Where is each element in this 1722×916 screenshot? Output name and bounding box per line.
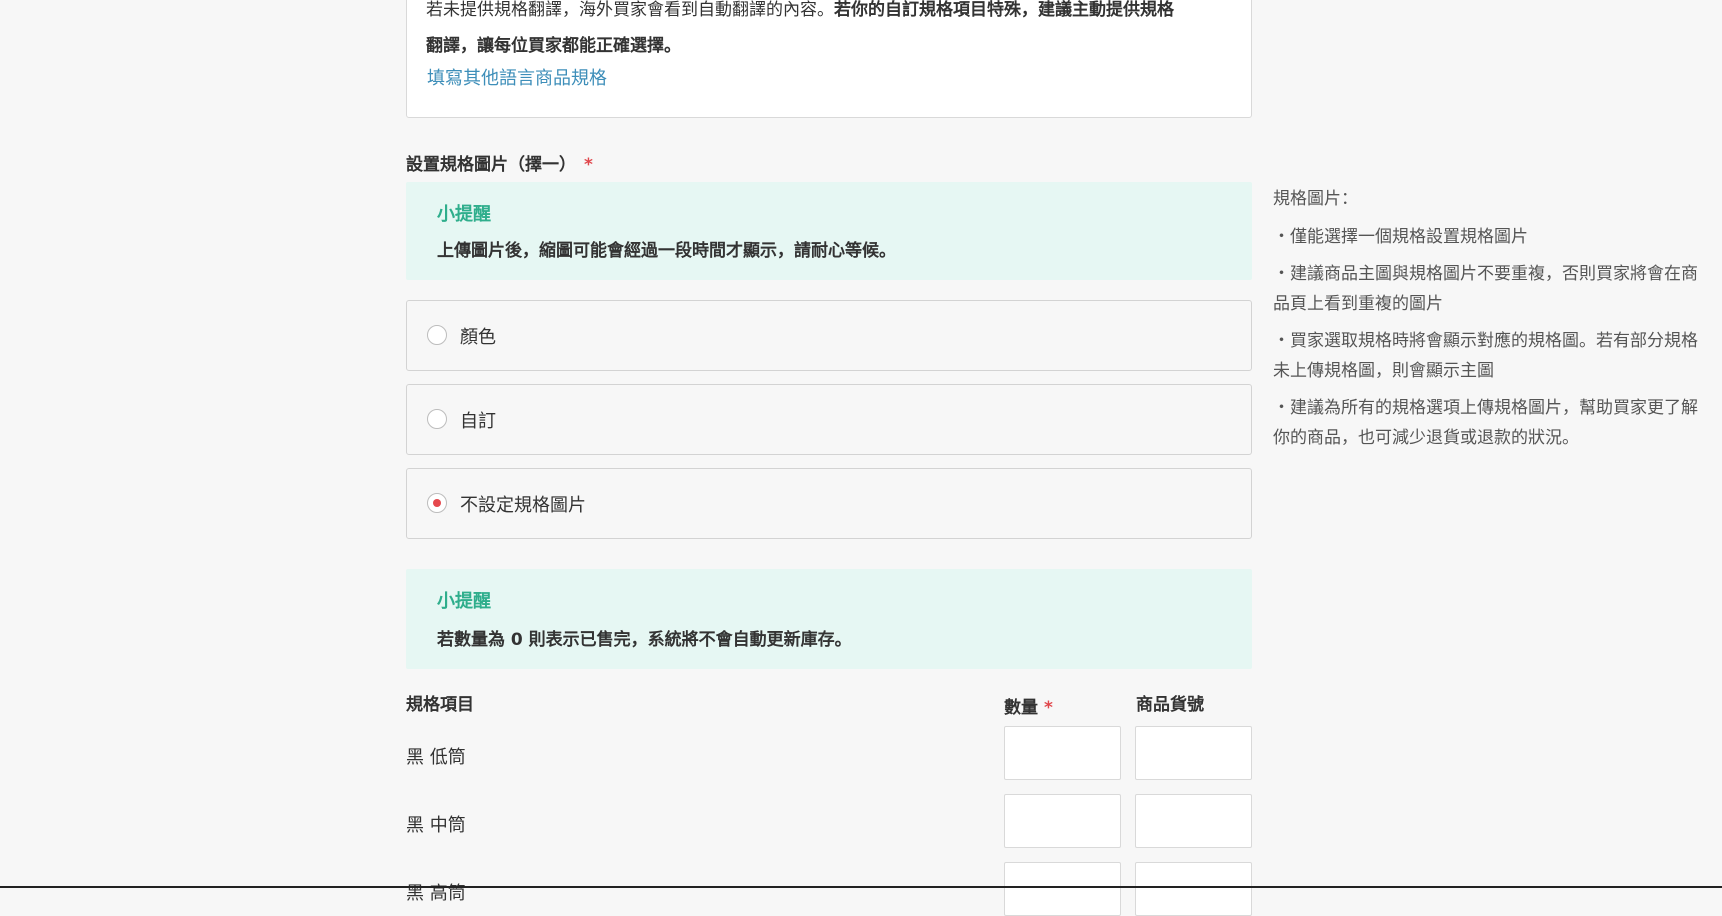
spec-image-option-none[interactable]: 不設定規格圖片 [406, 468, 1252, 539]
column-header-quantity: 數量 * [1004, 693, 1053, 718]
help-item: ・建議商品主圖與規格圖片不要重複，否則買家將會在商品頁上看到重複的圖片 [1273, 264, 1698, 314]
quantity-input[interactable] [1004, 862, 1121, 916]
help-item: ・建議為所有的規格選項上傳規格圖片，幫助買家更了解你的商品，也可減少退貨或退款的… [1273, 398, 1698, 448]
column-header-quantity-text: 數量 [1004, 698, 1038, 718]
radio-button[interactable] [427, 409, 447, 429]
required-mark: * [1044, 698, 1053, 718]
spec-image-label: 設置規格圖片（擇一） * [406, 150, 593, 175]
sku-input[interactable] [1135, 862, 1252, 916]
column-header-sku: 商品貨號 [1136, 695, 1204, 715]
help-item: ・買家選取規格時將會顯示對應的規格圖。若有部分規格未上傳規格圖，則會顯示主圖 [1273, 331, 1698, 381]
fill-other-language-spec-link[interactable]: 填寫其他語言商品規格 [427, 64, 607, 90]
sku-input[interactable] [1135, 726, 1252, 780]
spec-image-option-custom[interactable]: 自訂 [406, 384, 1252, 455]
spec-image-option-color[interactable]: 顏色 [406, 300, 1252, 371]
upload-tip-body: 上傳圖片後，縮圖可能會經過一段時間才顯示，請耐心等候。 [437, 241, 896, 261]
spec-row-label: 黑 高筒 [406, 883, 466, 904]
quantity-input[interactable] [1004, 726, 1121, 780]
translation-notice-text: 若未提供規格翻譯，海外買家會看到自動翻譯的內容。若你的自訂規格項目特殊，建議主動… [426, 0, 1256, 64]
radio-button-checked[interactable] [427, 493, 447, 513]
stock-tip-body: 若數量為 0 則表示已售完，系統將不會自動更新庫存。 [437, 630, 852, 650]
column-header-spec-item: 規格項目 [406, 695, 474, 715]
translation-line1-bold: 若你的自訂規格項目特殊，建議主動提供規格 [834, 0, 1174, 20]
stock-tip-box: 小提醒 若數量為 0 則表示已售完，系統將不會自動更新庫存。 [406, 569, 1252, 669]
spec-image-help: 規格圖片： ・僅能選擇一個規格設置規格圖片 ・建議商品主圖與規格圖片不要重複，否… [1273, 184, 1713, 460]
spec-row-label: 黑 低筒 [406, 747, 466, 768]
radio-label: 顏色 [460, 327, 496, 348]
radio-label: 自訂 [460, 411, 496, 432]
upload-tip-box: 小提醒 上傳圖片後，縮圖可能會經過一段時間才顯示，請耐心等候。 [406, 182, 1252, 280]
stock-tip-title: 小提醒 [437, 591, 491, 612]
help-title: 規格圖片： [1273, 189, 1358, 209]
required-mark: * [584, 155, 593, 175]
spec-row-label: 黑 中筒 [406, 815, 466, 836]
radio-button[interactable] [427, 325, 447, 345]
quantity-input[interactable] [1004, 794, 1121, 848]
sku-input[interactable] [1135, 794, 1252, 848]
translation-line1-normal: 若未提供規格翻譯，海外買家會看到自動翻譯的內容。 [426, 0, 834, 20]
spec-image-label-text: 設置規格圖片（擇一） [406, 155, 576, 175]
translation-line2-bold: 翻譯，讓每位買家都能正確選擇。 [426, 36, 681, 56]
upload-tip-title: 小提醒 [437, 204, 491, 225]
help-item: ・僅能選擇一個規格設置規格圖片 [1273, 227, 1528, 247]
radio-label: 不設定規格圖片 [460, 495, 586, 516]
